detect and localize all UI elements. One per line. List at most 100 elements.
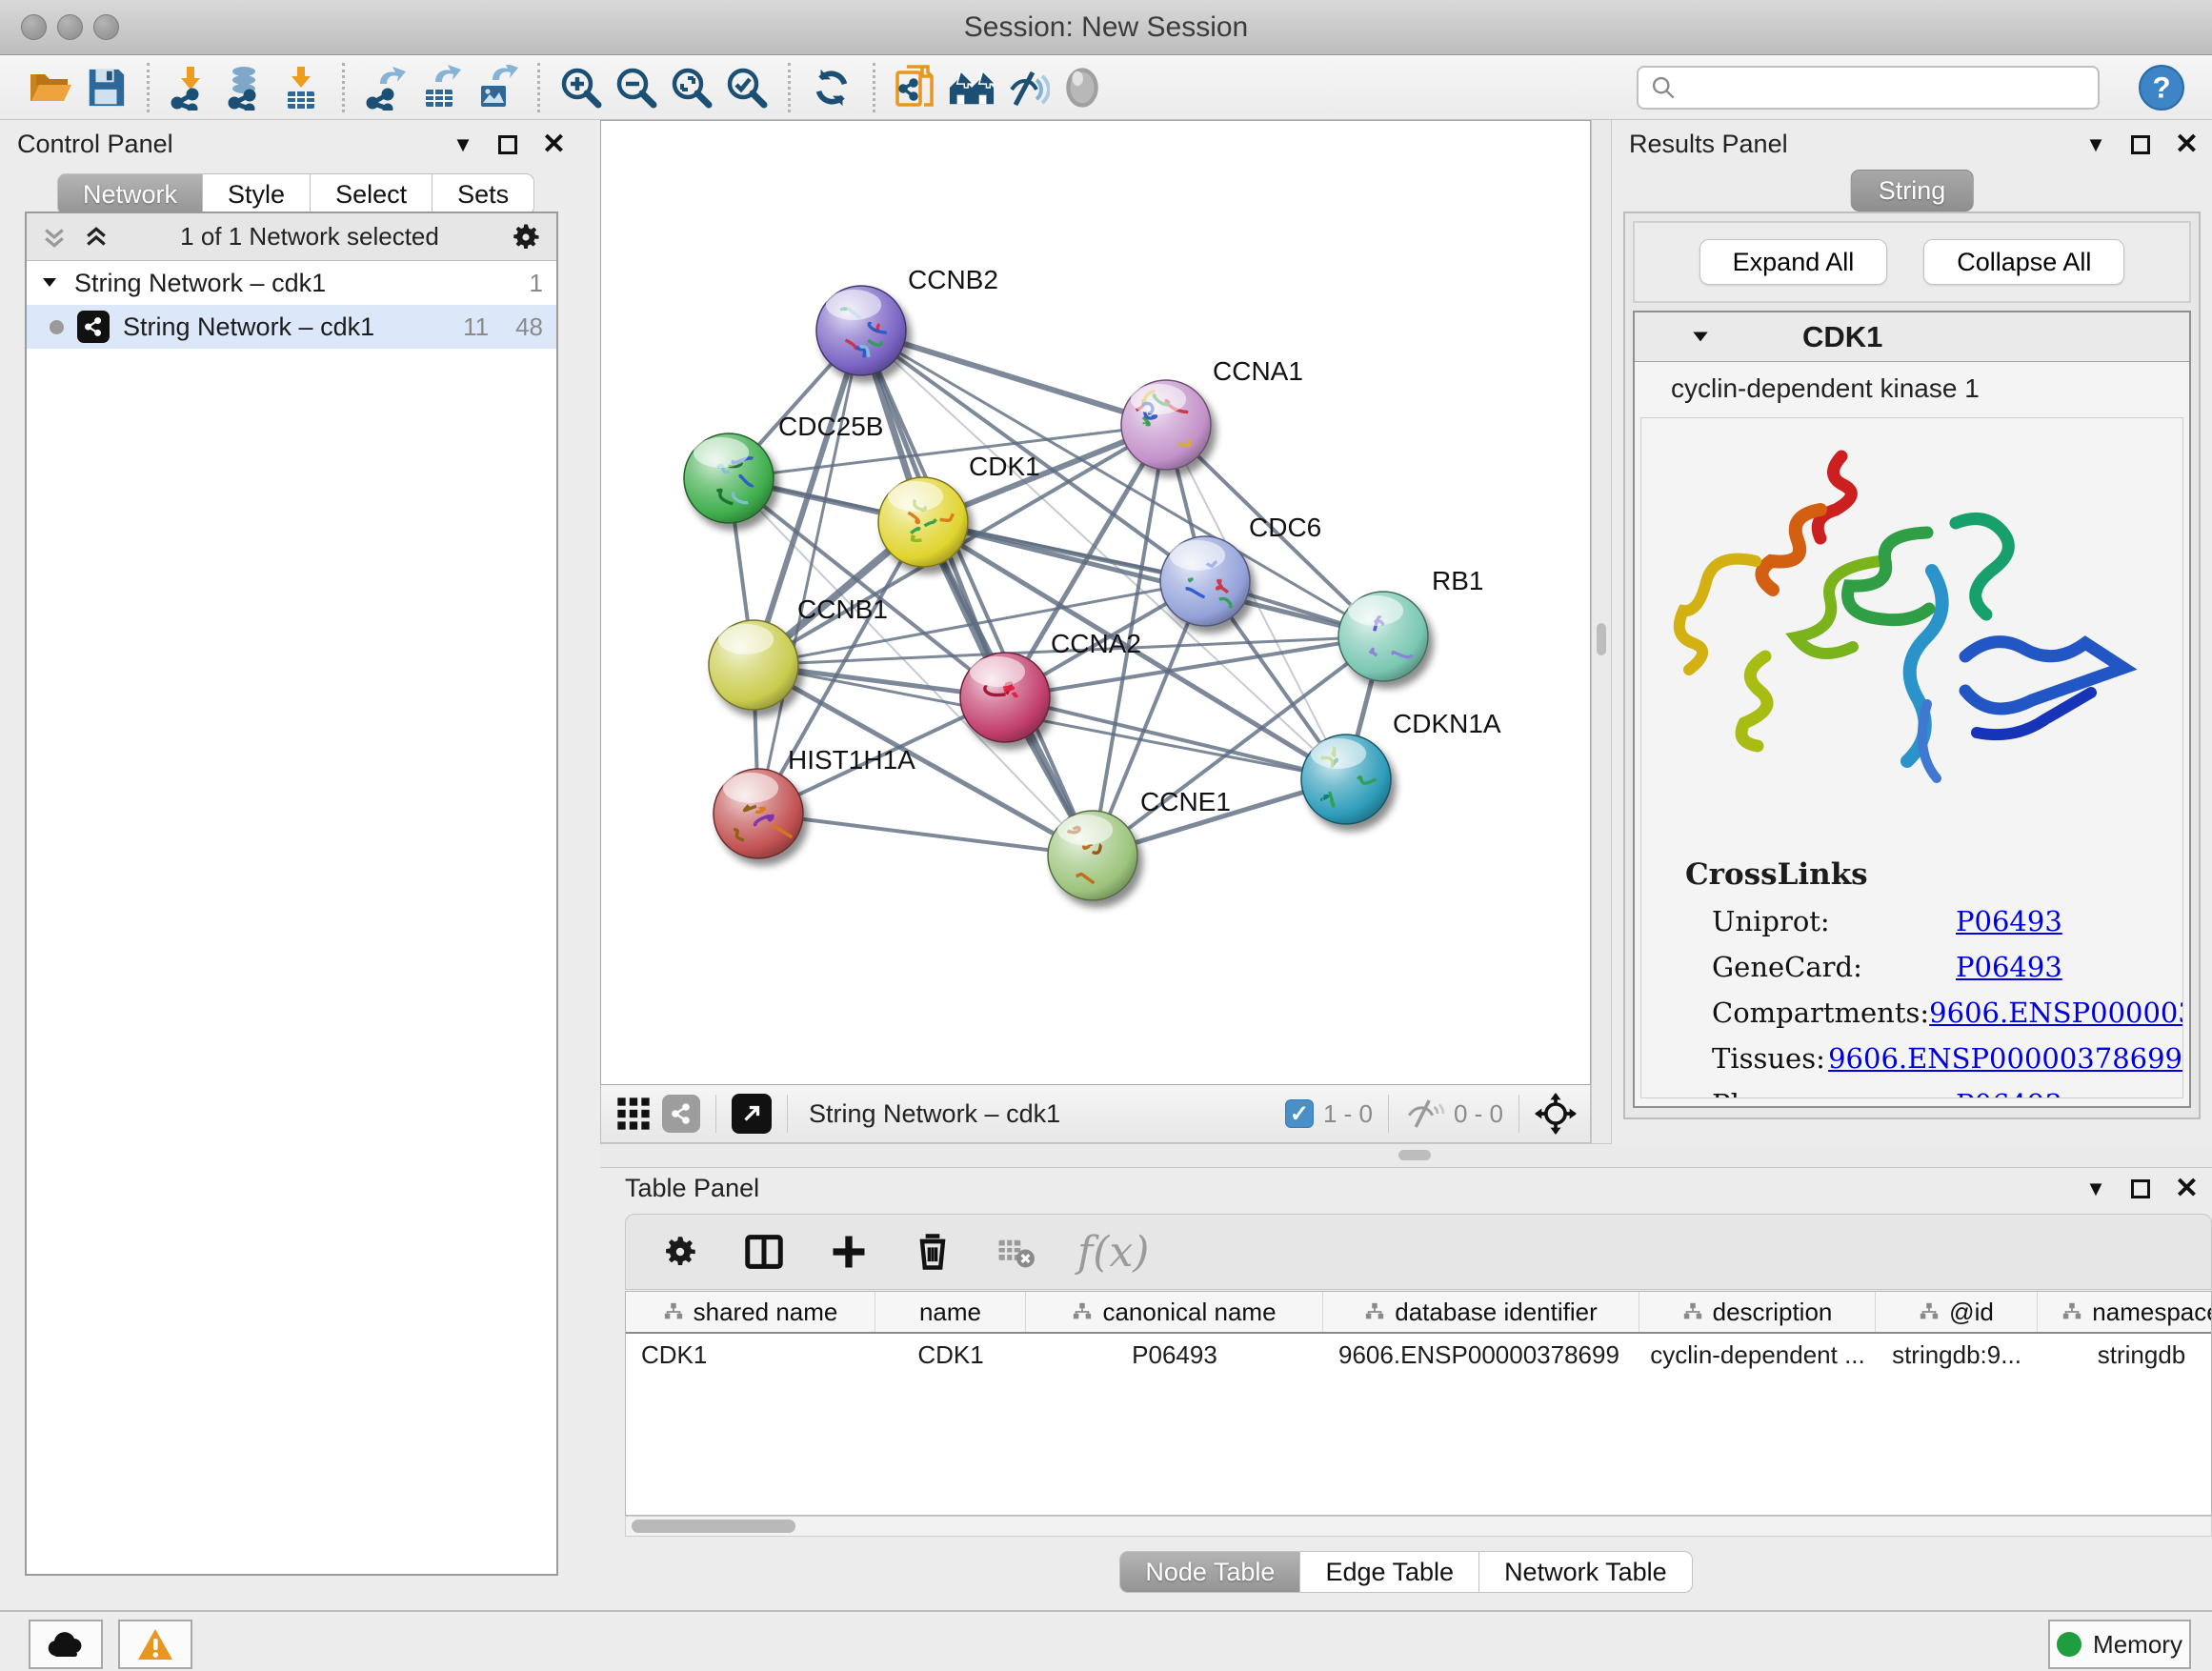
node-CCNA1[interactable]: CCNA1 [1121, 356, 1303, 470]
search-input[interactable] [1677, 72, 2086, 102]
zoom-out-button[interactable] [609, 60, 664, 115]
zoom-in-button[interactable] [553, 60, 609, 115]
column-header-namespace[interactable]: namespace [2038, 1292, 2212, 1332]
table-cell[interactable]: cyclin-dependent ... [1639, 1334, 1876, 1376]
delete-column-icon[interactable] [912, 1231, 954, 1273]
column-header-description[interactable]: description [1639, 1292, 1876, 1332]
cloud-button[interactable] [29, 1620, 103, 1669]
tab-network[interactable]: Network [57, 173, 203, 215]
network-list-toolbar: 1 of 1 Network selected [27, 213, 556, 261]
collapse-all-button[interactable]: Collapse All [1923, 239, 2124, 285]
grid-view-icon[interactable] [614, 1095, 653, 1133]
gear-icon[interactable] [660, 1232, 700, 1272]
float-window-icon[interactable] [2131, 1179, 2150, 1198]
show-columns-icon[interactable] [742, 1230, 786, 1274]
share-network-button[interactable] [889, 60, 944, 115]
expand-all-icon[interactable] [82, 223, 111, 252]
column-header-@id[interactable]: @id [1876, 1292, 2038, 1332]
open-external-icon[interactable] [732, 1094, 772, 1134]
table-horizontal-scrollbar[interactable] [625, 1516, 2212, 1537]
table-cell[interactable]: P06493 [1026, 1334, 1323, 1376]
float-menu-icon[interactable]: ▼ [2085, 1177, 2106, 1201]
refresh-button[interactable] [804, 60, 859, 115]
close-panel-icon[interactable]: ✕ [2175, 131, 2199, 159]
tab-select[interactable]: Select [311, 173, 432, 215]
float-window-icon[interactable] [498, 135, 517, 154]
image-export-icon [473, 65, 519, 111]
column-header-name[interactable]: name [875, 1292, 1026, 1332]
network-export-icon [363, 65, 409, 111]
tab-string[interactable]: String [1851, 170, 1974, 211]
float-menu-icon[interactable]: ▼ [452, 132, 473, 157]
warning-button[interactable] [118, 1620, 192, 1669]
close-panel-icon[interactable]: ✕ [2175, 1175, 2199, 1203]
table-cell[interactable]: CDK1 [875, 1334, 1026, 1376]
gene-card-header[interactable]: CDK1 [1635, 312, 2189, 362]
splitter-handle[interactable] [1398, 1150, 1431, 1160]
import-network-file-button[interactable] [163, 60, 218, 115]
node-RB1[interactable]: RB1 [1338, 566, 1483, 681]
table-cell[interactable]: 9606.ENSP00000378699 [1323, 1334, 1639, 1376]
tab-sets[interactable]: Sets [432, 173, 534, 215]
table-cell[interactable]: CDK1 [626, 1334, 875, 1376]
tab-edge-table[interactable]: Edge Table [1300, 1551, 1479, 1593]
import-table-button[interactable] [273, 60, 329, 115]
table-cell[interactable]: stringdb:9... [1876, 1334, 2038, 1376]
memory-button[interactable]: Memory [2048, 1620, 2191, 1669]
table-row[interactable]: CDK1CDK1P064939606.ENSP00000378699cyclin… [626, 1334, 2212, 1376]
close-panel-icon[interactable]: ✕ [542, 131, 566, 159]
save-session-button[interactable] [78, 60, 133, 115]
crosslink-link[interactable]: P06493 [1956, 951, 2062, 983]
network-graph[interactable]: CCNB2CCNA1CDC25BCDK1CDC6RB1CCNB1CCNA2CDK… [601, 121, 1590, 1084]
gear-icon[interactable] [509, 220, 543, 254]
network-row[interactable]: String Network – cdk1 11 48 [27, 305, 556, 349]
tab-style[interactable]: Style [203, 173, 311, 215]
refresh-icon [810, 66, 854, 110]
table-cell[interactable]: stringdb [2038, 1334, 2212, 1376]
birdseye-view-icon[interactable] [662, 1095, 700, 1133]
help-button[interactable]: ? [2134, 60, 2189, 115]
open-session-button[interactable] [23, 60, 78, 115]
results-content: Expand All Collapse All CDK1 cyclin-depe… [1623, 211, 2201, 1119]
search-field[interactable] [1637, 66, 2100, 110]
network-canvas[interactable]: CCNB2CCNA1CDC25BCDK1CDC6RB1CCNB1CCNA2CDK… [600, 120, 1591, 1085]
export-table-button[interactable] [413, 60, 469, 115]
splitter-handle[interactable] [1597, 623, 1606, 655]
collapse-all-icon[interactable] [40, 223, 69, 252]
enrichment-visibility-button[interactable] [999, 60, 1055, 115]
tree-expander-icon[interactable] [40, 273, 59, 292]
float-window-icon[interactable] [2131, 135, 2150, 154]
function-builder-button[interactable]: f(x) [1077, 1228, 1149, 1277]
hidden-eye-icon[interactable] [1404, 1097, 1444, 1131]
crosslink-link[interactable]: P06493 [1956, 1088, 2062, 1098]
zoom-fit-button[interactable] [664, 60, 719, 115]
tab-node-table[interactable]: Node Table [1119, 1551, 1300, 1593]
import-network-database-button[interactable] [218, 60, 273, 115]
column-header-canonical-name[interactable]: canonical name [1026, 1292, 1323, 1332]
delete-table-icon[interactable] [995, 1232, 1036, 1272]
move-crosshair-icon[interactable] [1535, 1093, 1577, 1135]
column-header-database-identifier[interactable]: database identifier [1323, 1292, 1639, 1332]
string-home-button[interactable] [944, 60, 999, 115]
export-network-button[interactable] [358, 60, 413, 115]
node-CDKN1A[interactable]: CDKN1A [1301, 709, 1501, 824]
sphere-icon [1060, 66, 1104, 110]
vertical-splitter[interactable] [1591, 120, 1612, 1143]
scrollbar-thumb[interactable] [632, 1520, 795, 1533]
crosslink-link[interactable]: 9606.ENSP00000378699 [1929, 997, 2183, 1029]
column-header-shared-name[interactable]: shared name [626, 1292, 875, 1332]
node-HIST1H1A[interactable]: HIST1H1A [714, 745, 915, 858]
zoom-selected-button[interactable] [719, 60, 774, 115]
expand-all-button[interactable]: Expand All [1699, 239, 1888, 285]
selected-checkbox-icon[interactable]: ✓ [1285, 1099, 1314, 1128]
crosslink-label: Uniprot: [1712, 905, 1956, 937]
crosslink-link[interactable]: 9606.ENSP00000378699 [1828, 1042, 2182, 1075]
gray-sphere-button[interactable] [1055, 60, 1110, 115]
network-collection-row[interactable]: String Network – cdk1 1 [27, 261, 556, 305]
export-image-button[interactable] [469, 60, 524, 115]
collapse-section-icon[interactable] [1690, 327, 1711, 348]
tab-network-table[interactable]: Network Table [1479, 1551, 1693, 1593]
crosslink-link[interactable]: P06493 [1956, 905, 2062, 937]
add-column-icon[interactable] [828, 1231, 870, 1273]
float-menu-icon[interactable]: ▼ [2085, 132, 2106, 157]
